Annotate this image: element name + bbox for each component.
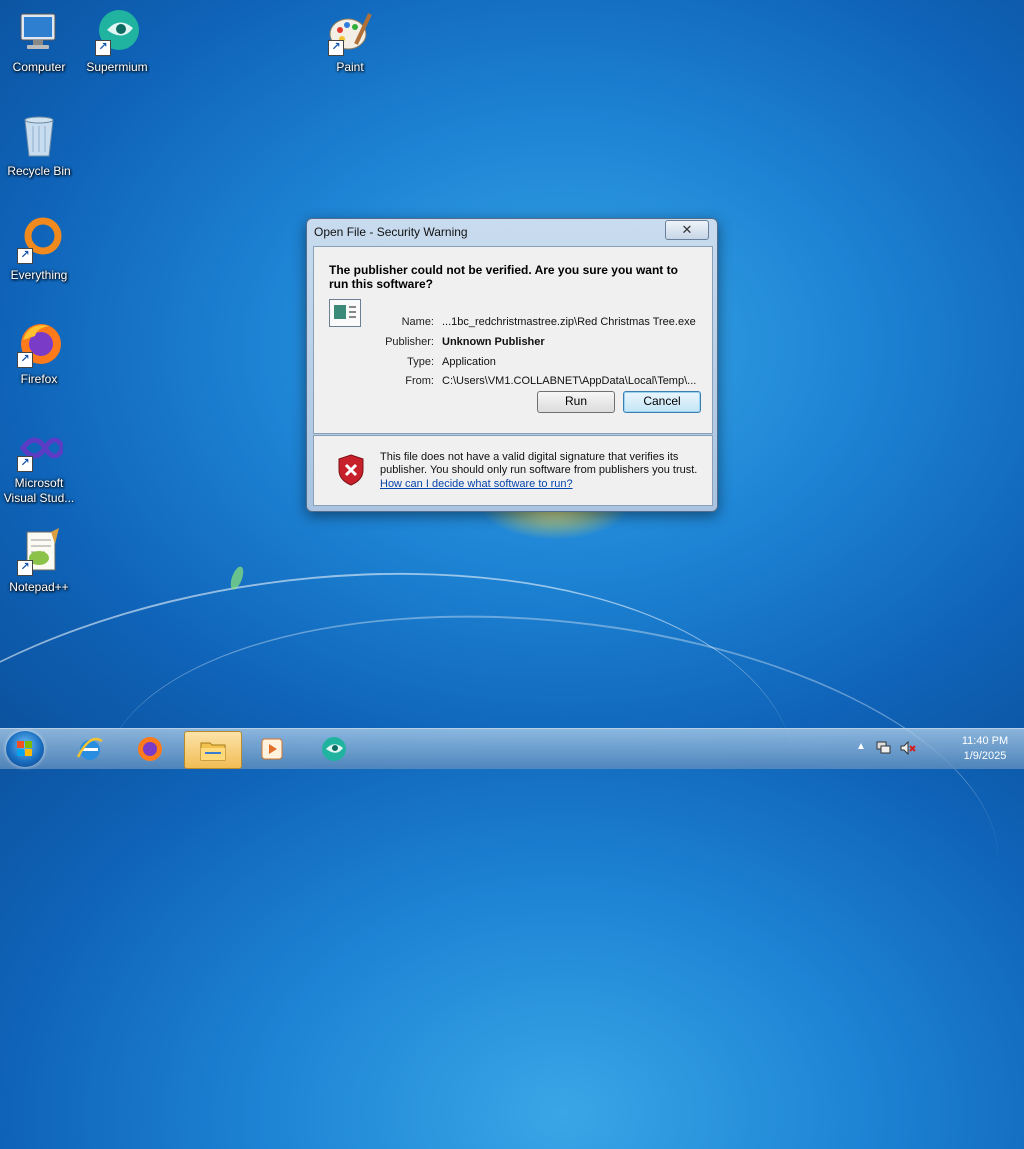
from-value: C:\Users\VM1.COLLABNET\AppData\Local\Tem… [442, 375, 697, 387]
volume-muted-icon[interactable] [900, 740, 916, 756]
close-icon: ✕ [681, 222, 693, 237]
supermium-icon: ↗ [93, 8, 141, 56]
dialog-heading: The publisher could not be verified. Are… [329, 263, 678, 291]
security-warning-dialog: Open File - Security Warning ✕ The publi… [306, 218, 718, 512]
desktop-icon-notepadpp[interactable]: ↗ Notepad++ [1, 528, 77, 595]
desktop-icon-recycle-bin[interactable]: Recycle Bin [1, 112, 77, 179]
taskbar-supermium[interactable] [306, 731, 362, 767]
wallpaper-swoosh [0, 512, 831, 1149]
taskbar: ▲ 11:40 PM 1/9/2025 [0, 728, 1024, 769]
desktop-icon-label: Notepad++ [9, 580, 69, 594]
desktop-icon-firefox[interactable]: ↗ Firefox [1, 320, 77, 387]
file-explorer-icon [199, 736, 227, 764]
clock-time: 11:40 PM [961, 735, 1009, 747]
show-hidden-icons-button[interactable]: ▲ [856, 741, 866, 752]
cancel-button[interactable]: Cancel [623, 391, 701, 413]
from-row: From: C:\Users\VM1.COLLABNET\AppData\Loca… [344, 375, 696, 387]
name-row: Name: ...1bc_redchristmastree.zip\Red Chr… [344, 316, 696, 328]
run-button[interactable]: Run [537, 391, 615, 413]
everything-icon: ↗ [15, 216, 63, 264]
shortcut-arrow-icon: ↗ [17, 352, 33, 368]
desktop-icon-supermium[interactable]: ↗ Supermium [79, 8, 155, 75]
taskbar-firefox[interactable] [122, 731, 178, 767]
shortcut-arrow-icon: ↗ [95, 40, 111, 56]
taskbar-internet-explorer[interactable] [62, 731, 118, 767]
taskbar-media-player[interactable] [244, 731, 300, 767]
desktop-icon-computer[interactable]: Computer [1, 8, 77, 75]
desktop-icon-paint[interactable]: ↗ Paint [312, 8, 388, 75]
taskbar-file-explorer[interactable] [184, 731, 242, 769]
type-row: Type: Application [344, 356, 496, 368]
shortcut-arrow-icon: ↗ [328, 40, 344, 56]
desktop-icon-label: Paint [336, 60, 364, 74]
media-player-icon [258, 735, 286, 763]
firefox-icon [136, 735, 164, 763]
shortcut-arrow-icon: ↗ [17, 560, 33, 576]
network-icon[interactable] [876, 741, 892, 755]
desktop-icon-everything[interactable]: ↗ Everything [1, 216, 77, 283]
warning-text: This file does not have a valid digital … [380, 451, 698, 476]
computer-icon [15, 8, 63, 56]
help-link[interactable]: How can I decide what software to run? [380, 478, 573, 490]
desktop-icon-label: Supermium [86, 60, 148, 74]
dialog-content: The publisher could not be verified. Are… [313, 246, 713, 434]
shield-error-icon [338, 454, 364, 486]
publisher-value: Unknown Publisher [442, 336, 545, 348]
desktop-icon-label: Computer [12, 60, 66, 74]
shortcut-arrow-icon: ↗ [17, 456, 33, 472]
close-button[interactable]: ✕ [665, 220, 709, 240]
desktop-icon-label: Recycle Bin [7, 164, 71, 178]
shortcut-arrow-icon: ↗ [17, 248, 33, 264]
from-label: From: [405, 375, 434, 387]
publisher-label: Publisher: [385, 336, 434, 348]
type-value: Application [442, 356, 496, 368]
clock-date: 1/9/2025 [963, 750, 1007, 762]
recycle-bin-icon [15, 112, 63, 160]
type-label: Type: [407, 356, 434, 368]
windows-logo-icon [17, 741, 33, 757]
desktop-icon-label: Everything [10, 268, 68, 282]
desktop-icon-label: Firefox [20, 372, 58, 386]
desktop-icon-visual-studio[interactable]: ↗ Microsoft Visual Stud... [1, 424, 77, 506]
dialog-title: Open File - Security Warning [314, 225, 468, 239]
firefox-icon: ↗ [15, 320, 63, 368]
publisher-row: Publisher: Unknown Publisher [344, 336, 545, 348]
name-label: Name: [401, 316, 434, 328]
dialog-warning-footer: This file does not have a valid digital … [313, 435, 713, 506]
name-value: ...1bc_redchristmastree.zip\Red Christma… [442, 316, 696, 328]
clock[interactable]: 11:40 PM 1/9/2025 [950, 734, 1020, 764]
desktop-icon-label: Microsoft Visual Stud... [3, 476, 75, 505]
wallpaper-leaf [228, 565, 246, 591]
start-button[interactable] [6, 731, 44, 767]
notepadpp-icon: ↗ [15, 528, 63, 576]
supermium-icon [320, 735, 348, 763]
internet-explorer-icon [76, 735, 104, 763]
paint-icon: ↗ [326, 8, 374, 56]
system-tray: ▲ 11:40 PM 1/9/2025 [854, 729, 1024, 769]
visual-studio-icon: ↗ [15, 424, 66, 472]
wallpaper-swoosh [81, 574, 1019, 1068]
